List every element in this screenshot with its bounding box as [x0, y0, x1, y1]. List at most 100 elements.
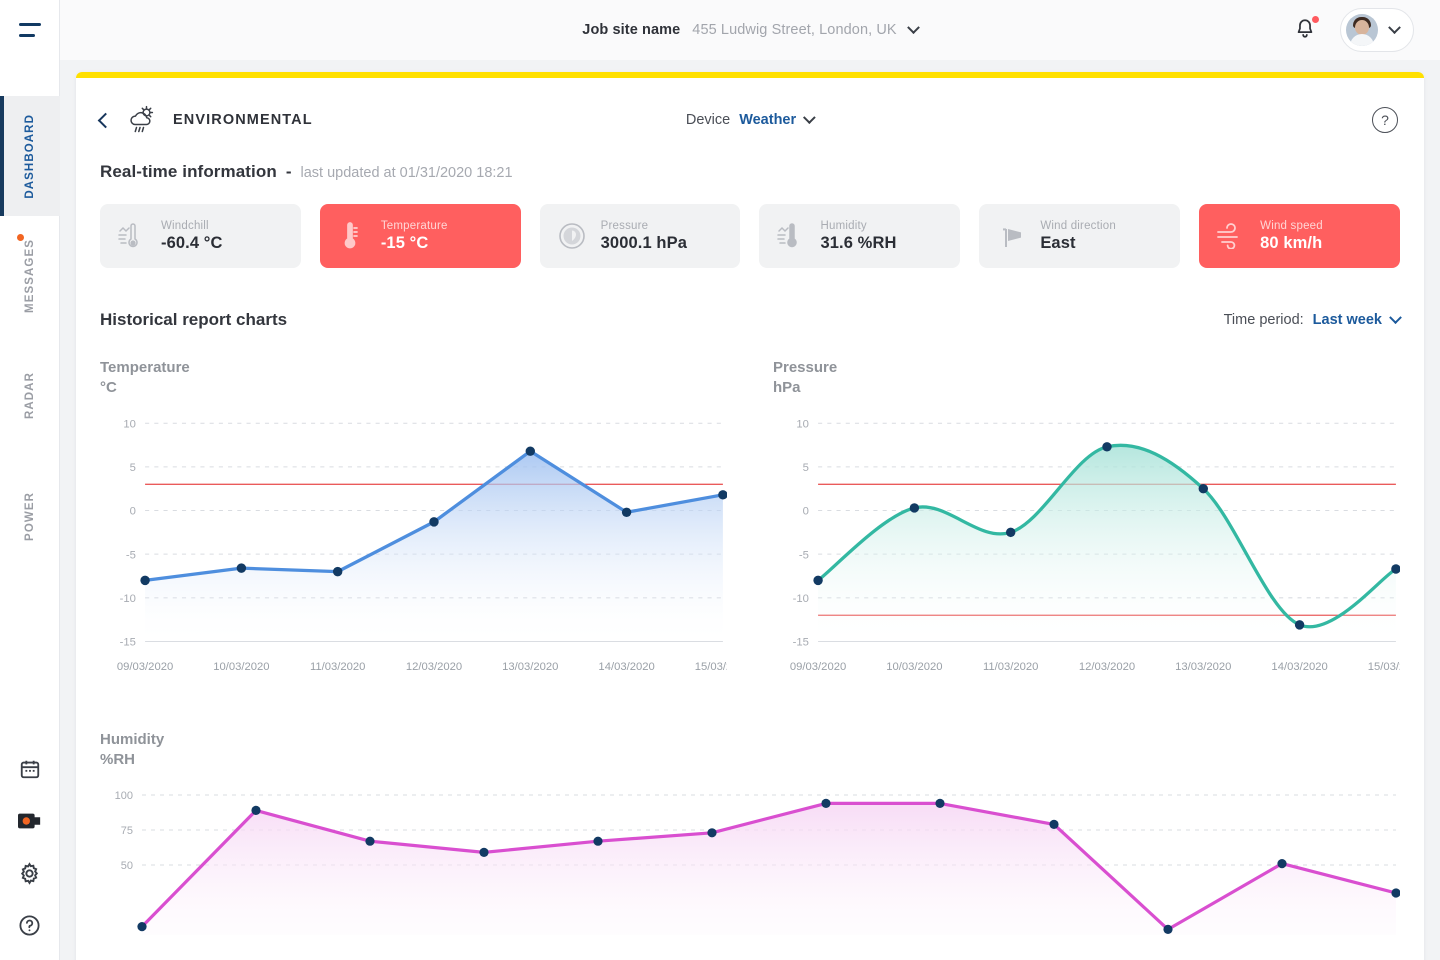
chart-data-point[interactable]: [935, 799, 945, 809]
help-circle-icon[interactable]: [17, 912, 43, 938]
chart-pressure: Pressure hPa 10 5 0 -5 -10 -15 09/03/2020 10/03…: [773, 330, 1400, 684]
svg-text:75: 75: [121, 825, 133, 837]
svg-text:09/03/2020: 09/03/2020: [117, 661, 173, 673]
messages-badge-dot: [16, 234, 24, 241]
left-sidebar: DASHBOARD MESSAGES RADAR POWER: [0, 0, 60, 960]
svg-text:-5: -5: [799, 549, 809, 561]
sidebar-item-label: DASHBOARD: [23, 113, 36, 199]
svg-text:15/03/2020: 15/03/2020: [1368, 661, 1400, 673]
chart-data-point[interactable]: [251, 806, 261, 816]
user-menu-button[interactable]: [1340, 8, 1414, 52]
metric-card-pressure[interactable]: Pressure 3000.1 hPa: [539, 204, 741, 268]
metric-label: Pressure: [600, 219, 649, 232]
time-period-label: Time period:: [1223, 312, 1304, 328]
calendar-icon[interactable]: [17, 756, 43, 782]
svg-text:-10: -10: [120, 593, 136, 605]
sidebar-item-messages[interactable]: MESSAGES: [0, 216, 60, 336]
chevron-down-icon: [906, 20, 920, 34]
svg-text:13/03/2020: 13/03/2020: [1175, 661, 1231, 673]
chart-unit: °C: [100, 378, 117, 396]
device-value: Weather: [739, 112, 797, 128]
job-site-value: 455 Ludwig Street, London, UK: [692, 22, 897, 38]
chart-data-point[interactable]: [479, 848, 489, 858]
chevron-down-icon: [1388, 20, 1401, 34]
chevron-left-icon[interactable]: [97, 112, 114, 128]
chart-data-point[interactable]: [140, 575, 150, 586]
sidebar-nav: DASHBOARD MESSAGES RADAR POWER: [0, 96, 60, 576]
svg-text:-15: -15: [793, 637, 809, 649]
sidebar-item-radar[interactable]: RADAR: [0, 336, 60, 456]
chart-data-point[interactable]: [1005, 527, 1016, 538]
metric-value: 31.6 %RH: [820, 233, 897, 252]
chart-data-point[interactable]: [909, 503, 920, 513]
time-period-selector[interactable]: Time period: Last week: [1223, 310, 1402, 328]
gear-icon[interactable]: [17, 860, 43, 886]
chart-data-point[interactable]: [1198, 483, 1209, 494]
app-root: DASHBOARD MESSAGES RADAR POWER Job site …: [0, 0, 1440, 960]
svg-text:-5: -5: [126, 549, 136, 561]
metric-card-wind-speed[interactable]: Wind speed 80 km/h: [1199, 204, 1400, 268]
sidebar-item-power[interactable]: POWER: [0, 456, 60, 576]
chart-title: Pressure: [773, 359, 838, 376]
metric-card-temperature[interactable]: Temperature -15 °C: [319, 204, 521, 268]
sidebar-item-label: POWER: [23, 491, 36, 541]
chart-data-point[interactable]: [821, 799, 831, 809]
realtime-metrics: Windchill -60.4 °C Temperature -15 °C Pr…: [76, 182, 1424, 268]
chart-plot-area[interactable]: 100 75 50: [100, 785, 1400, 936]
svg-text:10: 10: [796, 418, 809, 430]
thermometer-icon: [336, 220, 368, 252]
chart-data-point[interactable]: [525, 446, 536, 456]
job-site-label: Job site name: [582, 22, 681, 38]
metric-card-humidity[interactable]: Humidity 31.6 %RH: [759, 204, 961, 268]
camera-icon[interactable]: [17, 808, 43, 834]
metric-label: Wind speed: [1260, 219, 1323, 232]
metric-value: 80 km/h: [1260, 233, 1323, 252]
chart-data-point[interactable]: [1049, 820, 1059, 830]
realtime-header: Real-time information - last updated at …: [76, 162, 1424, 182]
help-button[interactable]: ?: [1372, 107, 1398, 133]
svg-text:0: 0: [130, 506, 136, 518]
chart-data-point[interactable]: [621, 507, 632, 517]
metric-card-windchill[interactable]: Windchill -60.4 °C: [100, 204, 301, 268]
time-period-value: Last week: [1312, 312, 1382, 328]
chart-data-point[interactable]: [1163, 925, 1173, 935]
chart-data-point[interactable]: [707, 828, 717, 838]
chart-plot-area[interactable]: 10 5 0 -5 -10 -15 09/03/2020 10/03/2020 11/03/20…: [773, 413, 1400, 684]
metric-card-wind-direction[interactable]: Wind direction East: [979, 204, 1181, 268]
chart-svg-pressure: 10 5 0 -5 -10 -15 09/03/2020 10/03/2020 11/03/20…: [790, 418, 1400, 673]
chart-title: Humidity: [100, 731, 165, 749]
chart-humidity: Humidity %RH 100 75 50: [100, 702, 1400, 936]
notifications-button[interactable]: [1294, 16, 1319, 43]
hamburger-menu-button[interactable]: [0, 0, 60, 60]
chart-data-point[interactable]: [236, 563, 247, 573]
chart-data-point[interactable]: [1102, 442, 1112, 452]
chart-data-point[interactable]: [332, 566, 343, 577]
chart-data-point[interactable]: [429, 517, 439, 527]
chart-data-point[interactable]: [1294, 620, 1305, 630]
chart-data-point[interactable]: [1277, 859, 1287, 869]
gauge-icon: [556, 220, 588, 252]
svg-text:15/03/2020: 15/03/2020: [695, 661, 727, 673]
sidebar-item-label: RADAR: [23, 372, 36, 420]
chart-data-point[interactable]: [813, 575, 823, 586]
svg-text:12/03/2020: 12/03/2020: [1079, 661, 1135, 673]
panel-header: ENVIRONMENTAL Device Weather ?: [76, 78, 1424, 162]
chart-plot-area[interactable]: 10 5 0 -5 -10 -15 09/03/2020 10/03/2020 11/03/20…: [100, 413, 727, 684]
job-site-selector[interactable]: Job site name 455 Ludwig Street, London,…: [60, 20, 1440, 38]
chart-data-point[interactable]: [365, 837, 375, 847]
svg-text:14/03/2020: 14/03/2020: [1271, 661, 1327, 673]
sidebar-item-dashboard[interactable]: DASHBOARD: [0, 96, 60, 216]
chart-data-point[interactable]: [593, 837, 603, 847]
chevron-down-icon: [803, 110, 817, 124]
avatar: [1346, 14, 1378, 46]
historical-title: Historical report charts: [100, 310, 288, 329]
chart-data-point[interactable]: [137, 922, 147, 932]
svg-text:11/03/2020: 11/03/2020: [310, 661, 365, 673]
device-selector[interactable]: Device Weather: [686, 110, 817, 128]
chart-unit: %RH: [100, 750, 136, 768]
metric-label: Humidity: [820, 219, 867, 232]
svg-text:13/03/2020: 13/03/2020: [502, 661, 558, 673]
notification-badge-dot: [1312, 16, 1319, 23]
svg-text:50: 50: [121, 860, 133, 872]
realtime-last-updated: last updated at 01/31/2020 18:21: [300, 165, 513, 181]
